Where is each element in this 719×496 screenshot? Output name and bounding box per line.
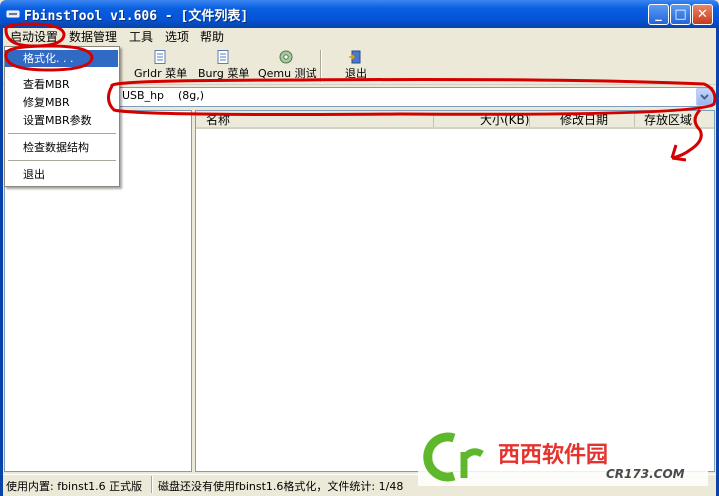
qemu-test-label: Qemu 测试 bbox=[258, 67, 317, 80]
exit-button[interactable]: 退出 bbox=[342, 50, 370, 82]
column-header-name[interactable]: 名称 bbox=[206, 111, 230, 129]
minimize-button[interactable]: _ bbox=[648, 4, 669, 25]
document-icon bbox=[154, 50, 166, 64]
device-select-value: USB_hp (8g,) bbox=[122, 89, 205, 102]
grldr-menu-label: Grldr 菜单 bbox=[134, 67, 188, 80]
window-border-left bbox=[0, 28, 3, 496]
menu-item-exit[interactable]: 退出 bbox=[5, 166, 118, 183]
chevron-down-icon bbox=[700, 94, 709, 100]
menu-separator bbox=[8, 160, 116, 161]
column-divider[interactable] bbox=[634, 113, 635, 127]
burg-menu-label: Burg 菜单 bbox=[198, 67, 250, 80]
column-header-storage-area[interactable]: 存放区域 bbox=[644, 111, 692, 129]
grldr-menu-button[interactable]: Grldr 菜单 bbox=[134, 50, 188, 82]
device-select-dropdown-button[interactable] bbox=[696, 88, 713, 106]
menu-item-mbr-params[interactable]: 设置MBR参数 bbox=[5, 112, 118, 129]
menu-help[interactable]: 帮助 bbox=[197, 28, 227, 46]
exit-door-icon bbox=[349, 50, 361, 64]
column-header-modified[interactable]: 修改日期 bbox=[560, 111, 608, 129]
gear-icon bbox=[279, 50, 293, 64]
document-icon bbox=[217, 50, 229, 64]
qemu-test-button[interactable]: Qemu 测试 bbox=[258, 50, 317, 82]
toolbar-separator bbox=[320, 50, 322, 82]
column-header-size[interactable]: 大小(KB) bbox=[480, 111, 529, 129]
file-list[interactable] bbox=[195, 110, 715, 472]
svg-text:西西软件园: 西西软件园 bbox=[498, 442, 608, 468]
status-version: 使用内置: fbinst1.6 正式版 bbox=[6, 480, 143, 493]
device-select[interactable] bbox=[118, 87, 713, 107]
column-divider[interactable] bbox=[529, 113, 530, 127]
app-icon bbox=[6, 10, 20, 18]
status-disk-info: 磁盘还没有使用fbinst1.6格式化，文件统计: 1/48 bbox=[158, 480, 404, 493]
menu-item-check-data-structure[interactable]: 检查数据结构 bbox=[5, 139, 118, 156]
menu-boot-settings[interactable]: 启动设置 bbox=[7, 28, 61, 46]
menu-options[interactable]: 选项 bbox=[162, 28, 192, 46]
menu-item-format[interactable]: 格式化. . . bbox=[5, 50, 118, 67]
exit-label: 退出 bbox=[345, 67, 367, 80]
menu-item-view-mbr[interactable]: 查看MBR bbox=[5, 76, 118, 93]
watermark-url: CR173.COM bbox=[606, 467, 685, 481]
window-title: FbinstTool v1.606 - [文件列表] bbox=[24, 9, 249, 24]
svg-text:CR173.COM: CR173.COM bbox=[606, 467, 685, 481]
menu-item-repair-mbr[interactable]: 修复MBR bbox=[5, 94, 118, 111]
menu-separator bbox=[8, 133, 116, 134]
menu-data-management[interactable]: 数据管理 bbox=[66, 28, 120, 46]
watermark-brand: 西西软件园 bbox=[498, 442, 608, 468]
menu-tools[interactable]: 工具 bbox=[126, 28, 156, 46]
maximize-button[interactable]: □ bbox=[670, 4, 691, 25]
column-divider[interactable] bbox=[433, 113, 434, 127]
close-button[interactable]: ✕ bbox=[692, 4, 713, 25]
status-separator bbox=[151, 476, 153, 493]
file-list-header bbox=[196, 111, 714, 129]
watermark-logo: 西西软件园 CR173.COM bbox=[423, 432, 685, 482]
burg-menu-button[interactable]: Burg 菜单 bbox=[198, 50, 250, 82]
